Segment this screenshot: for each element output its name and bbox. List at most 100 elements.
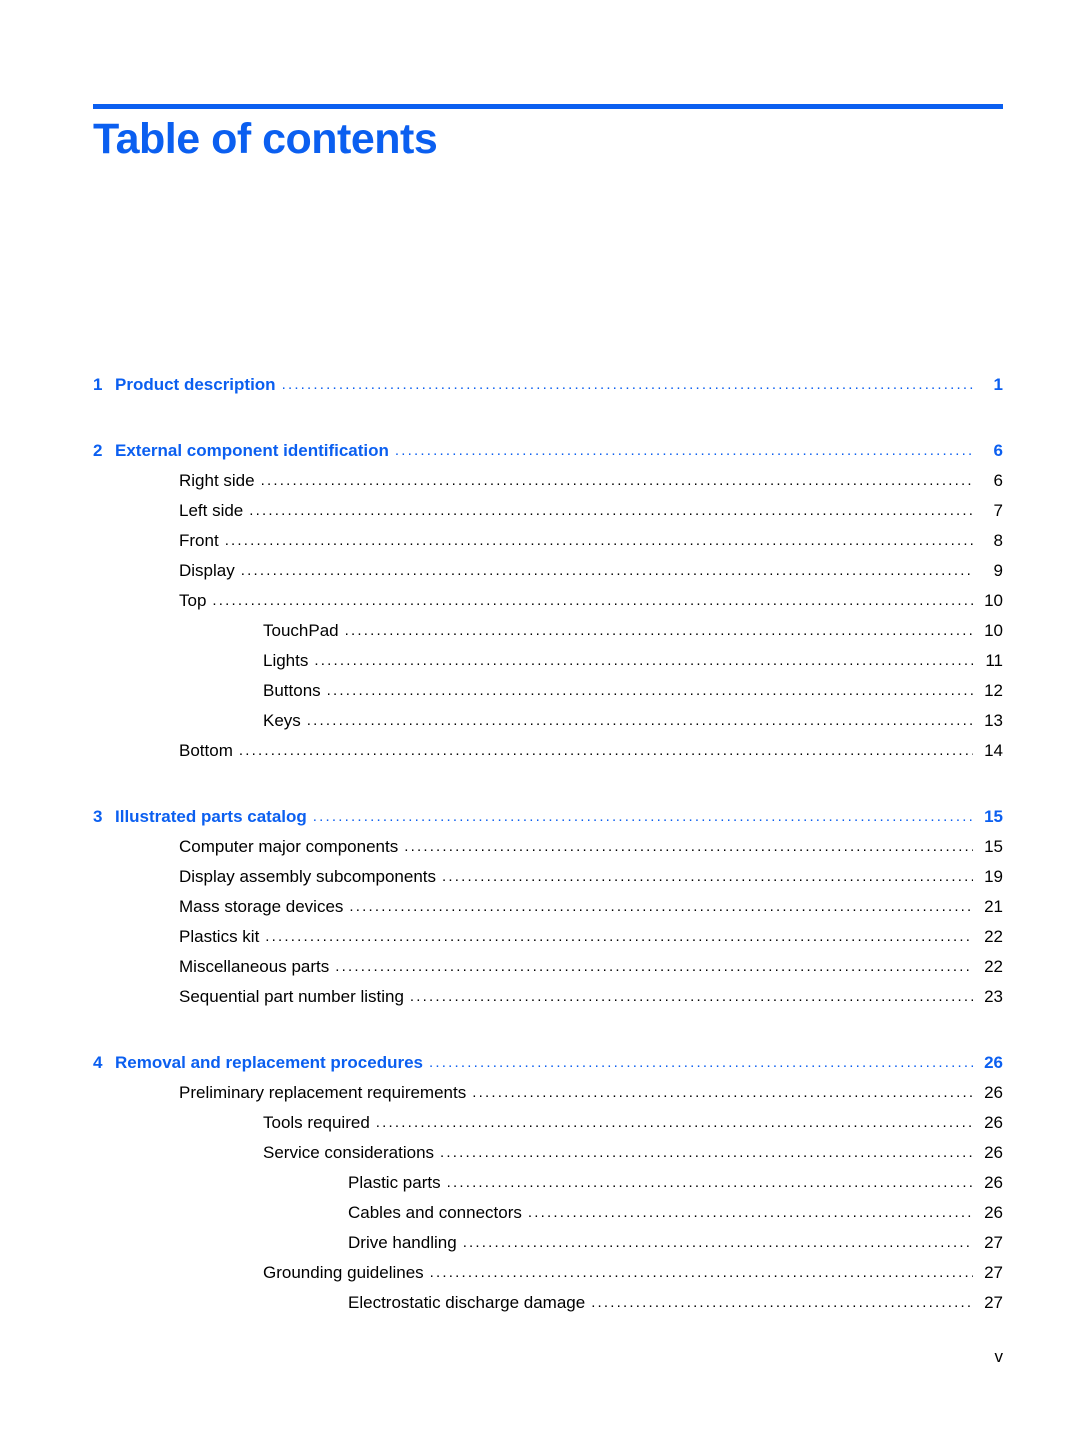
toc-section-entry[interactable]: Miscellaneous parts.....................…: [93, 952, 1003, 982]
toc-leader-dots: ........................................…: [224, 532, 973, 549]
toc-section-entry[interactable]: Plastics kit............................…: [93, 922, 1003, 952]
toc-section-entry[interactable]: Buttons.................................…: [93, 676, 1003, 706]
toc-leader-dots: ........................................…: [212, 592, 973, 609]
toc-section-entry[interactable]: Mass storage devices....................…: [93, 892, 1003, 922]
toc-chapter-entry[interactable]: 3 Illustrated parts catalog..............…: [93, 802, 1003, 832]
title-rule: [93, 104, 1003, 109]
toc-entry-label: Front: [179, 531, 219, 550]
toc-entry-label: Computer major components: [179, 837, 399, 856]
toc-entry-page-number: 6: [993, 441, 1003, 460]
toc-section-entry[interactable]: Display.................................…: [93, 556, 1003, 586]
toc-leader-dots: ........................................…: [240, 562, 973, 579]
toc-leader-dots: ........................................…: [335, 958, 973, 975]
toc-leader-dots: ........................................…: [440, 1144, 973, 1161]
toc-entry-page-number: 21: [984, 897, 1003, 916]
toc-section-entry[interactable]: Front...................................…: [93, 526, 1003, 556]
toc-chapter-number: 4: [93, 1053, 103, 1072]
toc-chapter-entry[interactable]: 1 Product description....................…: [93, 370, 1003, 400]
toc-section-entry[interactable]: Cables and connectors...................…: [93, 1198, 1003, 1228]
toc-entry-label: Removal and replacement procedures: [115, 1053, 424, 1072]
toc-entry-page-number: 26: [984, 1173, 1003, 1192]
toc-section-entry[interactable]: Grounding guidelines....................…: [93, 1258, 1003, 1288]
toc-entry-label: TouchPad: [263, 621, 339, 640]
toc-entry-label: Lights: [263, 651, 309, 670]
toc-section-entry[interactable]: TouchPad................................…: [93, 616, 1003, 646]
toc-entry-label: Tools required: [263, 1113, 370, 1132]
toc-chapter-number: 3: [93, 807, 103, 826]
toc-entry-label: Buttons: [263, 681, 321, 700]
toc-entry-page-number: 26: [984, 1143, 1003, 1162]
toc-section-entry[interactable]: Drive handling..........................…: [93, 1228, 1003, 1258]
toc-leader-dots: ........................................…: [265, 928, 973, 945]
toc-entry-label: Grounding guidelines: [263, 1263, 424, 1282]
toc-entry-label: Miscellaneous parts: [179, 957, 330, 976]
toc-section-entry[interactable]: Plastic parts...........................…: [93, 1168, 1003, 1198]
page-title: Table of contents: [93, 115, 438, 163]
footer-page-number: v: [994, 1347, 1004, 1366]
toc-entry-label: Display assembly subcomponents: [179, 867, 437, 886]
toc-section-entry[interactable]: Computer major components...............…: [93, 832, 1003, 862]
toc-section-entry[interactable]: Bottom..................................…: [93, 736, 1003, 766]
toc-leader-dots: ........................................…: [394, 442, 973, 459]
toc-entry-label: Bottom: [179, 741, 233, 760]
toc-entry-page-number: 12: [984, 681, 1003, 700]
toc-entry-label: Mass storage devices: [179, 897, 344, 916]
toc-leader-dots: ........................................…: [260, 472, 973, 489]
toc-section-entry[interactable]: Service considerations..................…: [93, 1138, 1003, 1168]
toc-section-entry[interactable]: Tools required..........................…: [93, 1108, 1003, 1138]
toc-chapter-entry[interactable]: 2 External component identification......…: [93, 436, 1003, 466]
toc-section-entry[interactable]: Right side..............................…: [93, 466, 1003, 496]
toc-leader-dots: ........................................…: [344, 622, 973, 639]
toc-entry-page-number: 10: [984, 621, 1003, 640]
toc-entry-page-number: 26: [984, 1053, 1003, 1072]
toc-entry-label: Preliminary replacement requirements: [179, 1083, 467, 1102]
toc-entry-page-number: 14: [984, 741, 1003, 760]
toc-section-entry[interactable]: Top.....................................…: [93, 586, 1003, 616]
toc-entry-label: Product description: [115, 375, 276, 394]
toc-chapter-entry[interactable]: 4 Removal and replacement procedures.....…: [93, 1048, 1003, 1078]
toc-leader-dots: ........................................…: [349, 898, 973, 915]
toc-leader-dots: ........................................…: [404, 838, 973, 855]
toc-section-entry[interactable]: Preliminary replacement requirements....…: [93, 1078, 1003, 1108]
toc-entry-label: Top: [179, 591, 207, 610]
toc-entry-page-number: 8: [993, 531, 1003, 550]
toc-entry-page-number: 6: [993, 471, 1003, 490]
toc-section-entry[interactable]: Electrostatic discharge damage..........…: [93, 1288, 1003, 1318]
toc-entry-page-number: 27: [984, 1263, 1003, 1282]
toc-section-entry[interactable]: Keys....................................…: [93, 706, 1003, 736]
toc-entry-label: Cables and connectors: [348, 1203, 522, 1222]
toc-leader-dots: ........................................…: [429, 1054, 973, 1071]
toc-leader-dots: ........................................…: [409, 988, 973, 1005]
toc-entry-page-number: 13: [984, 711, 1003, 730]
toc-leader-dots: ........................................…: [472, 1084, 973, 1101]
toc-section-entry[interactable]: Lights..................................…: [93, 646, 1003, 676]
toc-entry-page-number: 11: [985, 651, 1003, 670]
toc-entry-page-number: 22: [984, 957, 1003, 976]
table-of-contents-list: 1 Product description....................…: [93, 370, 1003, 1318]
toc-leader-dots: ........................................…: [238, 742, 973, 759]
toc-leader-dots: ........................................…: [591, 1294, 973, 1311]
toc-leader-dots: ........................................…: [429, 1264, 973, 1281]
toc-entry-page-number: 15: [984, 837, 1003, 856]
toc-entry-page-number: 9: [993, 561, 1003, 580]
toc-entry-page-number: 27: [984, 1233, 1003, 1252]
toc-entry-page-number: 26: [984, 1203, 1003, 1222]
toc-section-entry[interactable]: Left side...............................…: [93, 496, 1003, 526]
toc-chapter-number: 1: [93, 375, 103, 394]
toc-entry-page-number: 15: [984, 807, 1003, 826]
toc-entry-page-number: 27: [984, 1293, 1003, 1312]
toc-entry-label: Left side: [179, 501, 244, 520]
toc-entry-label: Illustrated parts catalog: [115, 807, 307, 826]
toc-entry-label: Keys: [263, 711, 301, 730]
toc-section-entry[interactable]: Display assembly subcomponents..........…: [93, 862, 1003, 892]
toc-entry-label: Electrostatic discharge damage: [348, 1293, 586, 1312]
toc-leader-dots: ........................................…: [249, 502, 973, 519]
toc-leader-dots: ........................................…: [281, 376, 973, 393]
toc-entry-label: Plastics kit: [179, 927, 260, 946]
toc-page: Table of contents 1 Product description..…: [0, 0, 1080, 1437]
toc-entry-page-number: 23: [984, 987, 1003, 1006]
toc-entry-page-number: 22: [984, 927, 1003, 946]
toc-leader-dots: ........................................…: [446, 1174, 973, 1191]
toc-entry-page-number: 19: [984, 867, 1003, 886]
toc-section-entry[interactable]: Sequential part number listing..........…: [93, 982, 1003, 1012]
